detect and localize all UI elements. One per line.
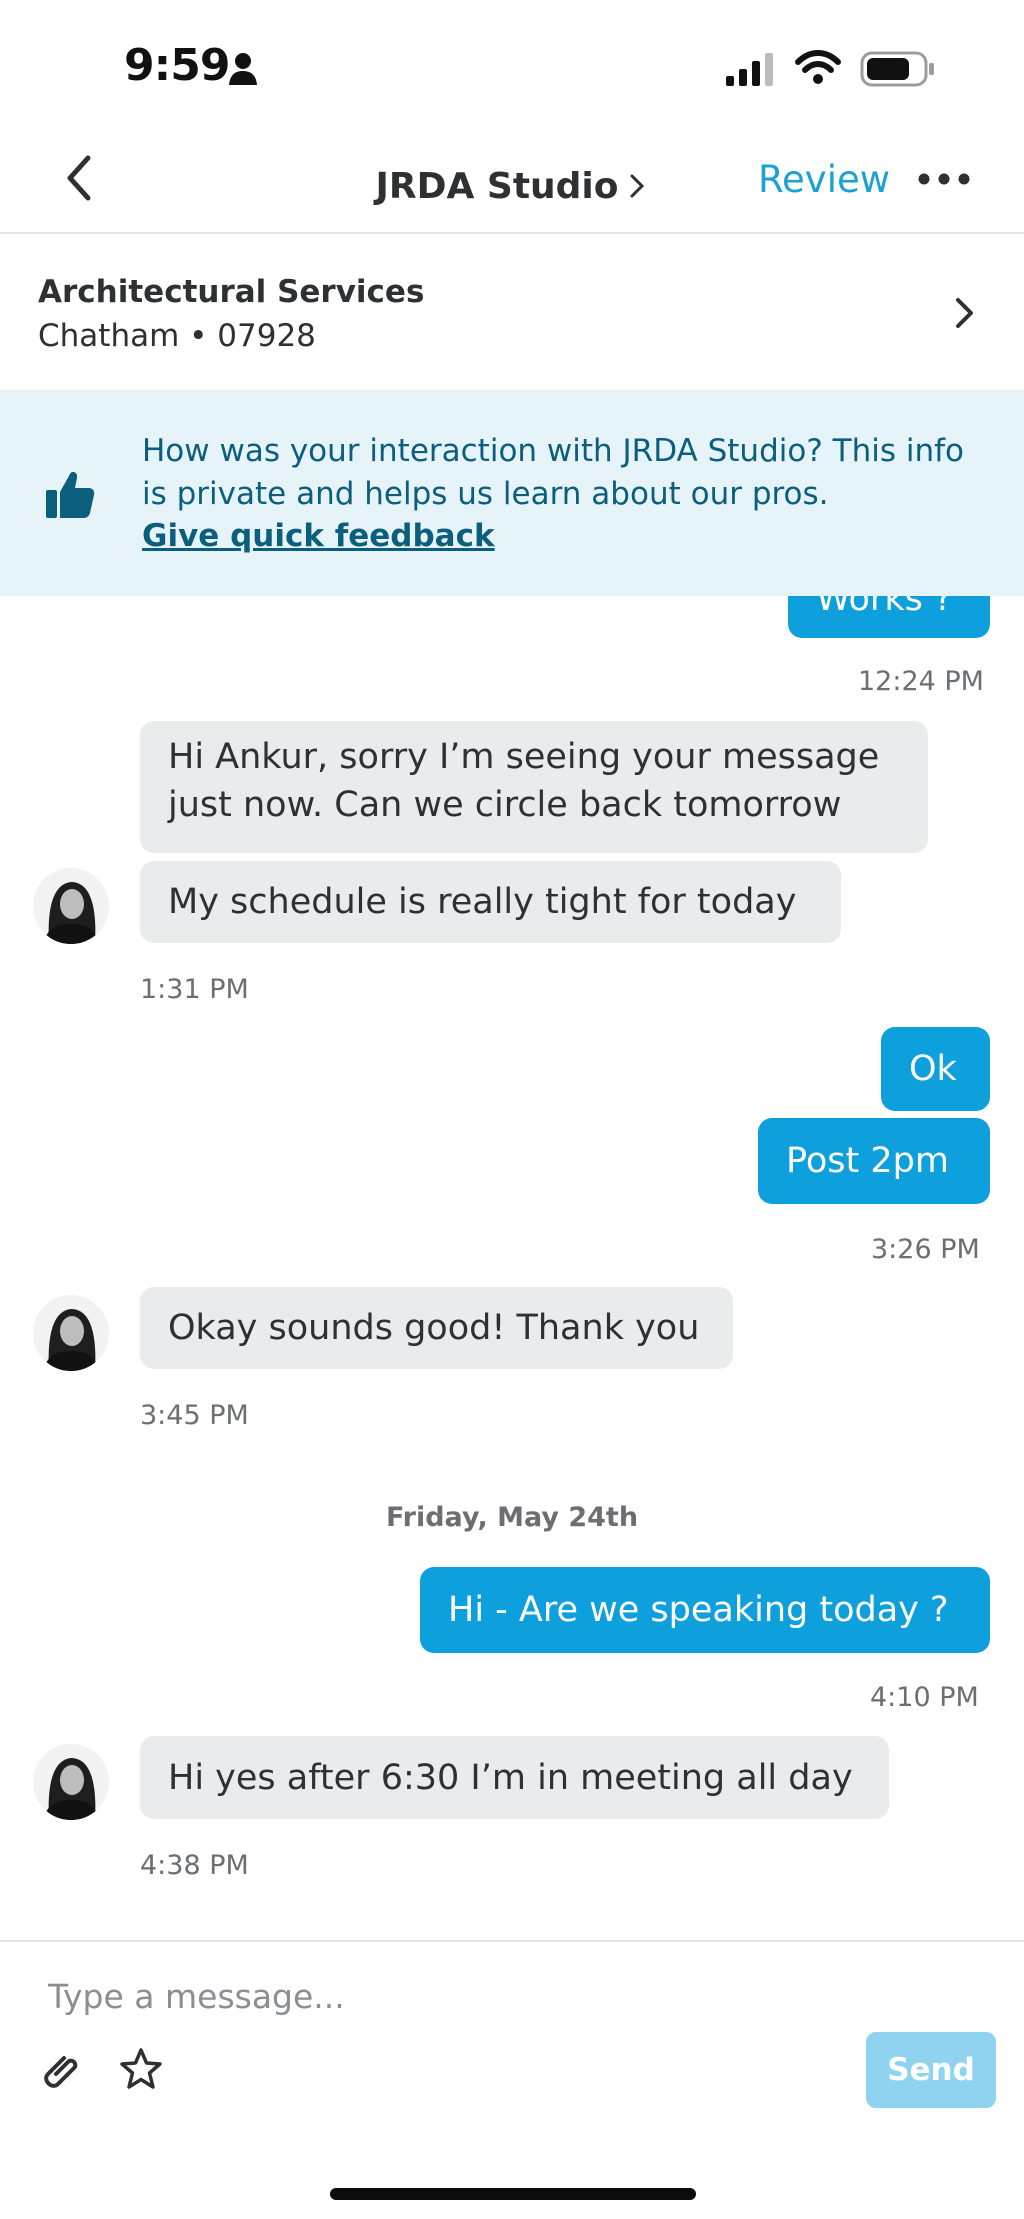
message-bubble-incoming: Okay sounds good! Thank you	[140, 1287, 733, 1369]
avatar[interactable]	[33, 868, 109, 944]
message-bubble-outgoing: Post 2pm	[758, 1118, 990, 1204]
battery-icon	[860, 51, 934, 87]
service-location[interactable]: Chatham • 07928	[38, 318, 316, 354]
page-title: JRDA Studio	[375, 165, 619, 207]
composer-divider	[0, 1940, 1024, 1942]
business-title-link[interactable]: JRDA Studio	[360, 158, 660, 214]
feedback-prompt: How was your interaction with JRDA Studi…	[142, 433, 964, 512]
avatar[interactable]	[33, 1295, 109, 1371]
message-timestamp: 4:38 PM	[140, 1850, 249, 1881]
message-timestamp: 1:31 PM	[140, 974, 249, 1005]
more-horizontal-icon[interactable]	[918, 172, 970, 186]
avatar[interactable]	[33, 1744, 109, 1820]
star-icon[interactable]	[118, 2046, 164, 2092]
give-feedback-link[interactable]: Give quick feedback	[142, 518, 495, 554]
message-timestamp: 4:10 PM	[870, 1682, 979, 1713]
review-button[interactable]: Review	[758, 158, 890, 201]
paperclip-icon[interactable]	[36, 2044, 86, 2094]
message-bubble-incoming: Hi yes after 6:30 I’m in meeting all day	[140, 1736, 889, 1819]
wifi-icon	[795, 50, 841, 84]
chevron-right-icon[interactable]	[954, 296, 976, 330]
message-bubble-incoming: My schedule is really tight for today	[140, 861, 841, 943]
message-timestamp: 3:45 PM	[140, 1400, 249, 1431]
cellular-signal-icon	[726, 53, 773, 86]
nav-divider	[0, 232, 1024, 234]
message-bubble-outgoing: Hi - Are we speaking today ?	[420, 1567, 990, 1653]
date-divider: Friday, May 24th	[385, 1502, 639, 1533]
message-bubble-outgoing: Ok	[881, 1027, 990, 1111]
chevron-right-icon	[630, 174, 644, 198]
home-indicator	[330, 2188, 696, 2200]
message-bubble-incoming: Hi Ankur, sorry I’m seeing your message …	[140, 721, 928, 853]
service-title[interactable]: Architectural Services	[38, 274, 424, 310]
person-icon	[229, 53, 257, 85]
chevron-left-icon[interactable]	[60, 152, 100, 204]
message-timestamp: 12:24 PM	[858, 666, 984, 697]
message-input[interactable]	[30, 1966, 766, 2026]
send-button[interactable]: Send	[866, 2032, 996, 2108]
thumbs-up-icon	[46, 471, 95, 518]
status-time: 9:59	[124, 40, 230, 91]
message-timestamp: 3:26 PM	[871, 1234, 980, 1265]
